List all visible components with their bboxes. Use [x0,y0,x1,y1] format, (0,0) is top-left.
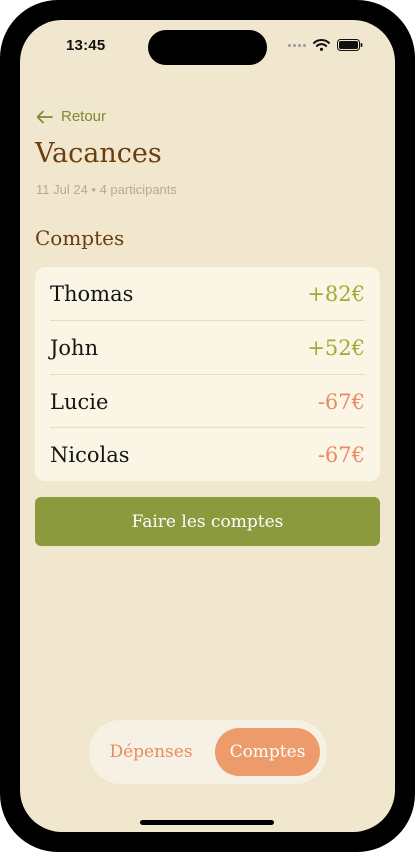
account-row-nicolas[interactable]: Nicolas -67€ [50,428,365,481]
back-label: Retour [61,108,107,125]
settle-accounts-button[interactable]: Faire les comptes [35,497,380,546]
account-amount: +82€ [307,281,365,306]
account-amount: -67€ [317,389,365,414]
section-title: Comptes [35,226,125,250]
arrow-left-icon [36,110,53,123]
back-button[interactable]: Retour [36,108,106,125]
account-name: John [50,335,99,360]
account-name: Lucie [50,389,109,414]
account-name: Thomas [50,281,134,306]
signal-dots-icon [288,43,306,47]
status-time: 13:45 [66,37,106,54]
account-name: Nicolas [50,442,130,467]
account-amount: -67€ [317,442,365,467]
tab-depenses[interactable]: Dépenses [95,728,207,776]
account-row-thomas[interactable]: Thomas +82€ [50,267,365,320]
phone-frame: 13:45 Retour Vacances 11 Jul 24 • 4 part… [0,0,415,852]
tab-bar: Dépenses Comptes [89,720,327,784]
page-meta: 11 Jul 24 • 4 participants [36,182,177,197]
page-title: Vacances [35,138,162,169]
home-indicator [140,820,274,825]
dynamic-island [148,30,267,65]
account-row-lucie[interactable]: Lucie -67€ [50,375,365,428]
account-amount: +52€ [307,335,365,360]
account-row-john[interactable]: John +52€ [50,321,365,374]
tab-comptes[interactable]: Comptes [215,728,320,776]
wifi-icon [313,39,330,51]
battery-icon [337,39,363,51]
app-screen: 13:45 Retour Vacances 11 Jul 24 • 4 part… [20,20,395,832]
status-icons [288,39,363,51]
accounts-card: Thomas +82€ John +52€ Lucie -67€ Nicolas… [35,267,380,481]
